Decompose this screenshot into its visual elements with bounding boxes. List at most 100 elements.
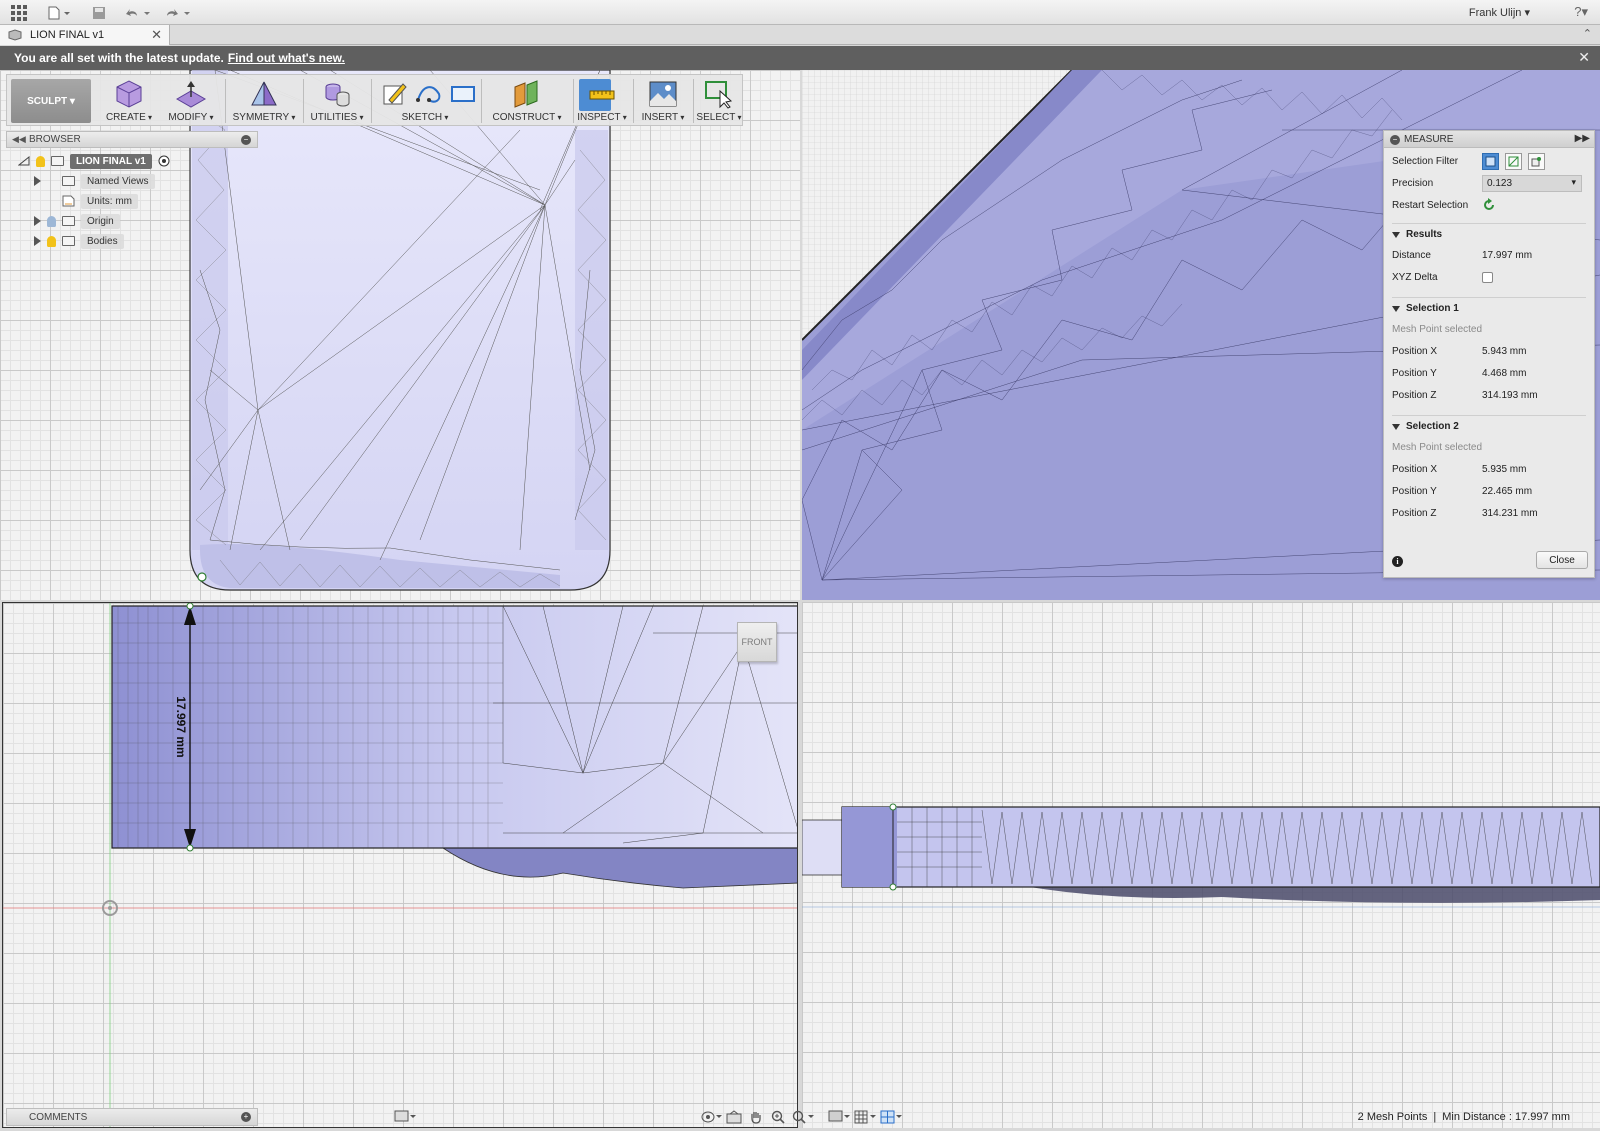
measure-header[interactable]: − MEASURE ▶▶ [1384, 131, 1594, 148]
activate-radio-icon[interactable] [158, 155, 170, 167]
toolbar-divider [371, 79, 372, 123]
browser-root-node[interactable]: LION FINAL v1 [18, 152, 170, 170]
selection1-z-value: 314.193 mm [1482, 389, 1538, 401]
status-bar: 2 Mesh Points | Min Distance : 17.997 mm [1358, 1111, 1570, 1123]
collapse-triangle-icon[interactable] [18, 156, 30, 166]
sketch-menu[interactable]: SKETCH [375, 75, 475, 127]
restart-selection-icon[interactable] [1482, 198, 1496, 212]
position-y-label: Position Y [1392, 367, 1437, 379]
toolbar-divider [693, 79, 694, 123]
viewcube[interactable]: FRONT [737, 622, 777, 662]
viewport-bottom-left[interactable]: 17.997 mm [2, 602, 798, 1128]
dimension-label: 17.997 mm [174, 696, 188, 757]
grid-settings-icon[interactable] [852, 1108, 878, 1126]
browser-item-units[interactable]: Units: mm [34, 192, 138, 210]
expand-dialog-icon[interactable]: ▶▶ [1575, 133, 1590, 144]
close-tab-icon[interactable]: ✕ [151, 27, 162, 43]
measure-ruler-icon [589, 90, 615, 100]
pan-hand-icon[interactable] [746, 1108, 766, 1126]
inspect-menu[interactable]: INSPECT [575, 75, 629, 127]
symmetry-menu[interactable]: SYMMETRY [229, 75, 299, 127]
precision-select[interactable]: 0.123 [1482, 174, 1582, 192]
selection2-z-row: Position Z 314.231 mm [1392, 503, 1586, 523]
expand-triangle-icon[interactable] [34, 176, 41, 186]
xyz-delta-checkbox[interactable] [1482, 271, 1493, 283]
selection2-y-value: 22.465 mm [1482, 485, 1533, 497]
collapse-browser-icon[interactable]: ◀◀ [12, 134, 26, 145]
component-icon [51, 156, 64, 166]
selection2-section-header[interactable]: Selection 2 [1392, 415, 1586, 435]
measure-title: MEASURE [1404, 133, 1454, 145]
select-menu[interactable]: SELECT [696, 75, 741, 127]
expand-triangle-icon[interactable] [34, 236, 41, 246]
bodies-label: Bodies [81, 233, 124, 249]
viewport-bottom-right[interactable] [802, 602, 1600, 1128]
select-menu-label: SELECT [696, 112, 741, 123]
named-views-label: Named Views [81, 173, 155, 189]
display-mode-icon[interactable] [826, 1108, 852, 1126]
select-cursor-icon [705, 81, 733, 109]
results-section-header[interactable]: Results [1392, 223, 1586, 243]
status-mesh-points: 2 Mesh Points [1357, 1111, 1428, 1123]
toolbar-divider [481, 79, 482, 123]
selection1-section-header[interactable]: Selection 1 [1392, 297, 1586, 317]
folder-icon [62, 216, 75, 226]
collapse-tabs-icon[interactable]: ⌃ [1583, 27, 1592, 40]
close-banner-icon[interactable]: ✕ [1578, 49, 1590, 66]
close-measure-button[interactable]: Close [1536, 551, 1588, 569]
visibility-bulb-icon[interactable] [47, 215, 56, 227]
selection2-z-value: 314.231 mm [1482, 507, 1538, 519]
create-box-icon [116, 80, 142, 108]
save-icon[interactable] [90, 4, 108, 21]
measure-dialog: − MEASURE ▶▶ Selection Filter Precision … [1383, 130, 1595, 578]
redo-icon[interactable] [164, 4, 192, 21]
toolbar-divider [573, 79, 574, 123]
help-icon[interactable]: ?▾ [1574, 4, 1588, 20]
add-comment-icon[interactable]: + [241, 1112, 251, 1122]
origin-label: Origin [81, 213, 120, 229]
viewports-layout-icon[interactable] [878, 1108, 904, 1126]
whats-new-link[interactable]: Find out what's new. [228, 51, 345, 65]
zoom-window-icon[interactable] [790, 1108, 816, 1126]
modify-menu[interactable]: MODIFY [161, 75, 221, 127]
mesh-front-view: 17.997 mm [3, 603, 797, 1127]
orbit-icon[interactable] [698, 1108, 724, 1126]
filter-face-icon[interactable] [1482, 152, 1499, 170]
selection1-x-row: Position X 5.943 mm [1392, 341, 1586, 361]
info-icon[interactable]: i [1392, 556, 1403, 567]
create-menu[interactable]: CREATE [99, 75, 159, 127]
filter-edge-icon[interactable] [1505, 152, 1522, 170]
position-x-label: Position X [1392, 345, 1438, 357]
insert-menu[interactable]: INSERT [637, 75, 689, 127]
look-at-icon[interactable] [724, 1108, 744, 1126]
minimize-icon[interactable]: − [241, 135, 251, 145]
filter-body-icon[interactable] [1528, 152, 1545, 170]
browser-header[interactable]: ◀◀ BROWSER − [6, 131, 258, 148]
expand-triangle-icon[interactable] [34, 216, 41, 226]
comments-panel[interactable]: COMMENTS + [6, 1108, 258, 1126]
browser-item-origin[interactable]: Origin [34, 212, 120, 230]
create-menu-label: CREATE [106, 112, 152, 123]
selection2-x-row: Position X 5.935 mm [1392, 459, 1586, 479]
document-tab[interactable]: LION FINAL v1 ✕ [0, 25, 170, 45]
utilities-menu[interactable]: UTILITIES [307, 75, 367, 127]
distance-value: 17.997 mm [1482, 249, 1533, 261]
undo-icon[interactable] [124, 4, 152, 21]
browser-item-bodies[interactable]: Bodies [34, 232, 124, 250]
distance-row: Distance 17.997 mm [1392, 245, 1586, 265]
workspace-switcher[interactable]: SCULPT ▾ [11, 79, 91, 123]
minimize-icon[interactable]: − [1390, 135, 1400, 145]
construct-menu[interactable]: CONSTRUCT [485, 75, 569, 127]
apps-grid-icon[interactable] [10, 4, 28, 21]
file-menu-icon[interactable] [46, 4, 72, 21]
user-account-menu[interactable]: Frank Ulijn ▾ [1469, 6, 1530, 19]
visibility-bulb-icon[interactable] [36, 155, 45, 167]
sculpt-toolbar: SCULPT ▾ CREATE MODIFY SYMMETRY UTILITIE… [6, 74, 743, 126]
display-settings-icon[interactable] [392, 1108, 418, 1126]
visibility-bulb-icon[interactable] [47, 235, 56, 247]
selection-filter-label: Selection Filter [1392, 155, 1459, 167]
position-z-label: Position Z [1392, 389, 1437, 401]
browser-item-named-views[interactable]: Named Views [34, 172, 155, 190]
zoom-icon[interactable] [768, 1108, 788, 1126]
selection1-y-row: Position Y 4.468 mm [1392, 363, 1586, 383]
